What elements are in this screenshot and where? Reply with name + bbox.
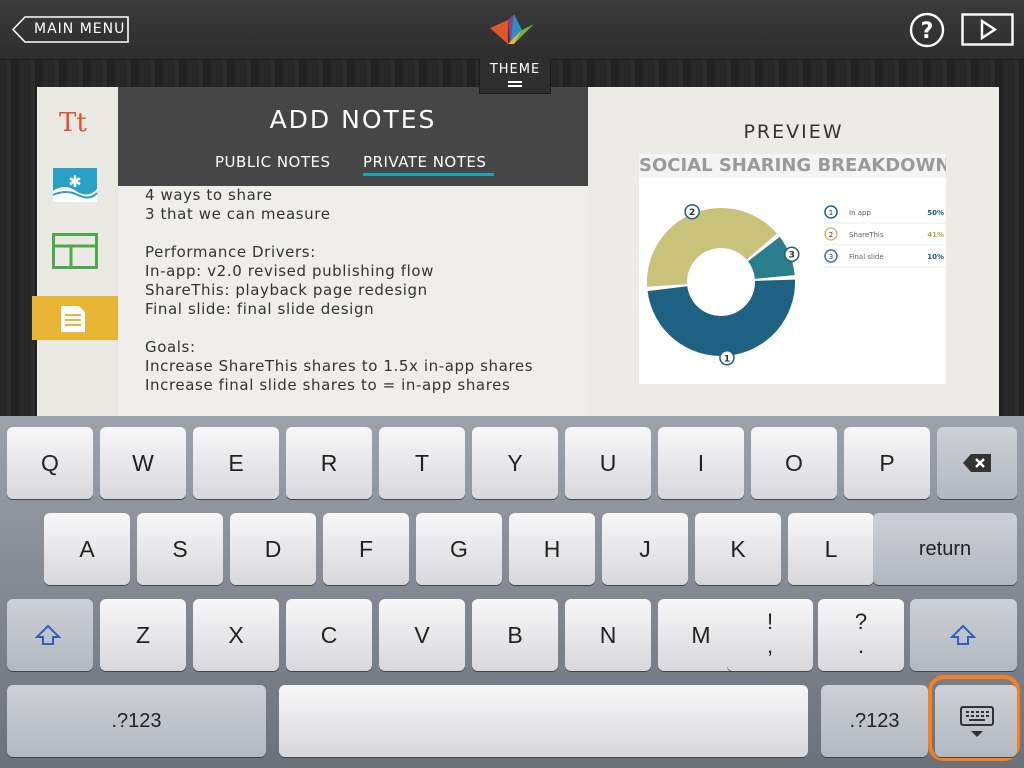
legend-label: ShareThis bbox=[849, 231, 884, 239]
notes-line bbox=[145, 224, 585, 243]
key-label: ? bbox=[854, 609, 868, 634]
top-bar: MAIN MENU ? bbox=[0, 0, 1024, 60]
key-g[interactable]: G bbox=[416, 513, 502, 585]
svg-text:?: ? bbox=[921, 19, 934, 44]
slice-marker-label: 3 bbox=[789, 251, 795, 261]
tab-private-notes[interactable]: PRIVATE NOTES bbox=[363, 153, 486, 171]
slice-marker-label: 1 bbox=[724, 354, 730, 364]
main-menu-label: MAIN MENU bbox=[34, 21, 126, 37]
notes-header: ADD NOTES PUBLIC NOTES PRIVATE NOTES bbox=[118, 87, 588, 186]
backspace-key[interactable] bbox=[937, 427, 1017, 499]
theme-label: THEME bbox=[489, 62, 541, 77]
notes-line: Increase ShareThis shares to 1.5x in-app… bbox=[145, 357, 534, 375]
key-y[interactable]: Y bbox=[472, 427, 558, 499]
shift-icon bbox=[35, 624, 61, 645]
notes-line: Final slide: final slide design bbox=[145, 300, 375, 318]
donut-chart: 1 2 3 1 In app 50% 2 ShareThis 41% 3 Final slide 10… bbox=[647, 203, 946, 366]
notes-icon bbox=[61, 306, 85, 332]
key-l[interactable]: L bbox=[788, 513, 874, 585]
menu-icon bbox=[508, 81, 522, 83]
key-p[interactable]: P bbox=[844, 427, 930, 499]
key-h[interactable]: H bbox=[509, 513, 595, 585]
key-z[interactable]: Z bbox=[100, 599, 186, 671]
notes-line: 3 that we can measure bbox=[145, 205, 331, 223]
key-x[interactable]: X bbox=[193, 599, 279, 671]
legend-number: 3 bbox=[829, 253, 833, 261]
key-label: , bbox=[766, 633, 774, 658]
key-a[interactable]: A bbox=[44, 513, 130, 585]
key-question-period[interactable]: ?. bbox=[818, 599, 904, 671]
key-q[interactable]: Q bbox=[7, 427, 93, 499]
notes-textarea[interactable]: 4 ways to share 3 that we can measure Pe… bbox=[145, 186, 585, 416]
svg-text:✱: ✱ bbox=[68, 172, 81, 191]
layout-icon[interactable] bbox=[52, 233, 98, 269]
legend-number: 1 bbox=[829, 209, 833, 217]
legend-label: Final slide bbox=[849, 253, 884, 261]
svg-text:Tt: Tt bbox=[59, 108, 87, 135]
notes-line: In-app: v2.0 revised publishing flow bbox=[145, 262, 435, 280]
preview-title: PREVIEW bbox=[743, 121, 844, 143]
slice-marker-label: 2 bbox=[689, 208, 695, 218]
backspace-icon bbox=[963, 454, 991, 472]
numbers-key-right[interactable]: .?123 bbox=[821, 685, 928, 757]
key-u[interactable]: U bbox=[565, 427, 651, 499]
notes-panel: ADD NOTES PUBLIC NOTES PRIVATE NOTES 4 w… bbox=[118, 87, 588, 416]
active-tab-indicator bbox=[363, 173, 494, 176]
notes-line: Performance Drivers: bbox=[145, 243, 316, 261]
shift-key-right[interactable] bbox=[910, 599, 1017, 671]
logo-icon bbox=[490, 14, 534, 44]
key-n[interactable]: N bbox=[565, 599, 651, 671]
legend-value: 50% bbox=[927, 209, 944, 217]
key-exclaim-comma[interactable]: !, bbox=[727, 599, 813, 671]
space-bar[interactable] bbox=[279, 685, 808, 757]
legend-value: 10% bbox=[927, 253, 944, 261]
key-i[interactable]: I bbox=[658, 427, 744, 499]
notes-title: ADD NOTES bbox=[269, 105, 437, 134]
key-e[interactable]: E bbox=[193, 427, 279, 499]
key-d[interactable]: D bbox=[230, 513, 316, 585]
donut-slice-1 bbox=[647, 279, 795, 357]
tool-panel: Tt ✱ bbox=[37, 87, 118, 416]
key-label: . bbox=[857, 633, 865, 658]
legend-label: In app bbox=[849, 209, 871, 217]
numbers-key-left[interactable]: .?123 bbox=[7, 685, 266, 757]
image-icon[interactable]: ✱ bbox=[52, 167, 98, 203]
main-menu-button[interactable]: MAIN MENU bbox=[12, 16, 129, 43]
help-icon[interactable]: ? bbox=[909, 12, 945, 48]
notes-tab[interactable] bbox=[32, 296, 130, 340]
key-v[interactable]: V bbox=[379, 599, 465, 671]
key-o[interactable]: O bbox=[751, 427, 837, 499]
key-w[interactable]: W bbox=[100, 427, 186, 499]
notes-line: ShareThis: playback page redesign bbox=[145, 281, 428, 299]
key-j[interactable]: J bbox=[602, 513, 688, 585]
key-label: ! bbox=[766, 609, 774, 634]
notes-line: Goals: bbox=[145, 338, 196, 356]
notes-line: Increase final slide shares to = in-app … bbox=[145, 376, 511, 394]
key-f[interactable]: F bbox=[323, 513, 409, 585]
text-icon[interactable]: Tt bbox=[59, 107, 93, 135]
shift-key-left[interactable] bbox=[7, 599, 93, 671]
return-key[interactable]: return bbox=[873, 513, 1017, 585]
legend-value: 41% bbox=[927, 231, 944, 239]
key-b[interactable]: B bbox=[472, 599, 558, 671]
slide-preview[interactable]: SOCIAL SHARING BREAKDOWN 1 2 3 1 In app 50% 2 S… bbox=[639, 154, 946, 384]
legend-number: 2 bbox=[829, 231, 833, 239]
key-c[interactable]: C bbox=[286, 599, 372, 671]
hide-keyboard-icon bbox=[960, 706, 994, 737]
key-r[interactable]: R bbox=[286, 427, 372, 499]
key-t[interactable]: T bbox=[379, 427, 465, 499]
play-icon[interactable] bbox=[961, 13, 1015, 47]
shift-icon bbox=[950, 624, 976, 645]
notes-line: 4 ways to share bbox=[145, 186, 273, 204]
hide-keyboard-key[interactable] bbox=[935, 685, 1017, 757]
key-k[interactable]: K bbox=[695, 513, 781, 585]
notes-line bbox=[145, 319, 585, 338]
preview-panel: PREVIEW SOCIAL SHARING BREAKDOWN 1 2 3 1 In … bbox=[588, 87, 999, 416]
tab-public-notes[interactable]: PUBLIC NOTES bbox=[215, 153, 331, 171]
key-s[interactable]: S bbox=[137, 513, 223, 585]
theme-button[interactable]: THEME bbox=[479, 59, 551, 94]
